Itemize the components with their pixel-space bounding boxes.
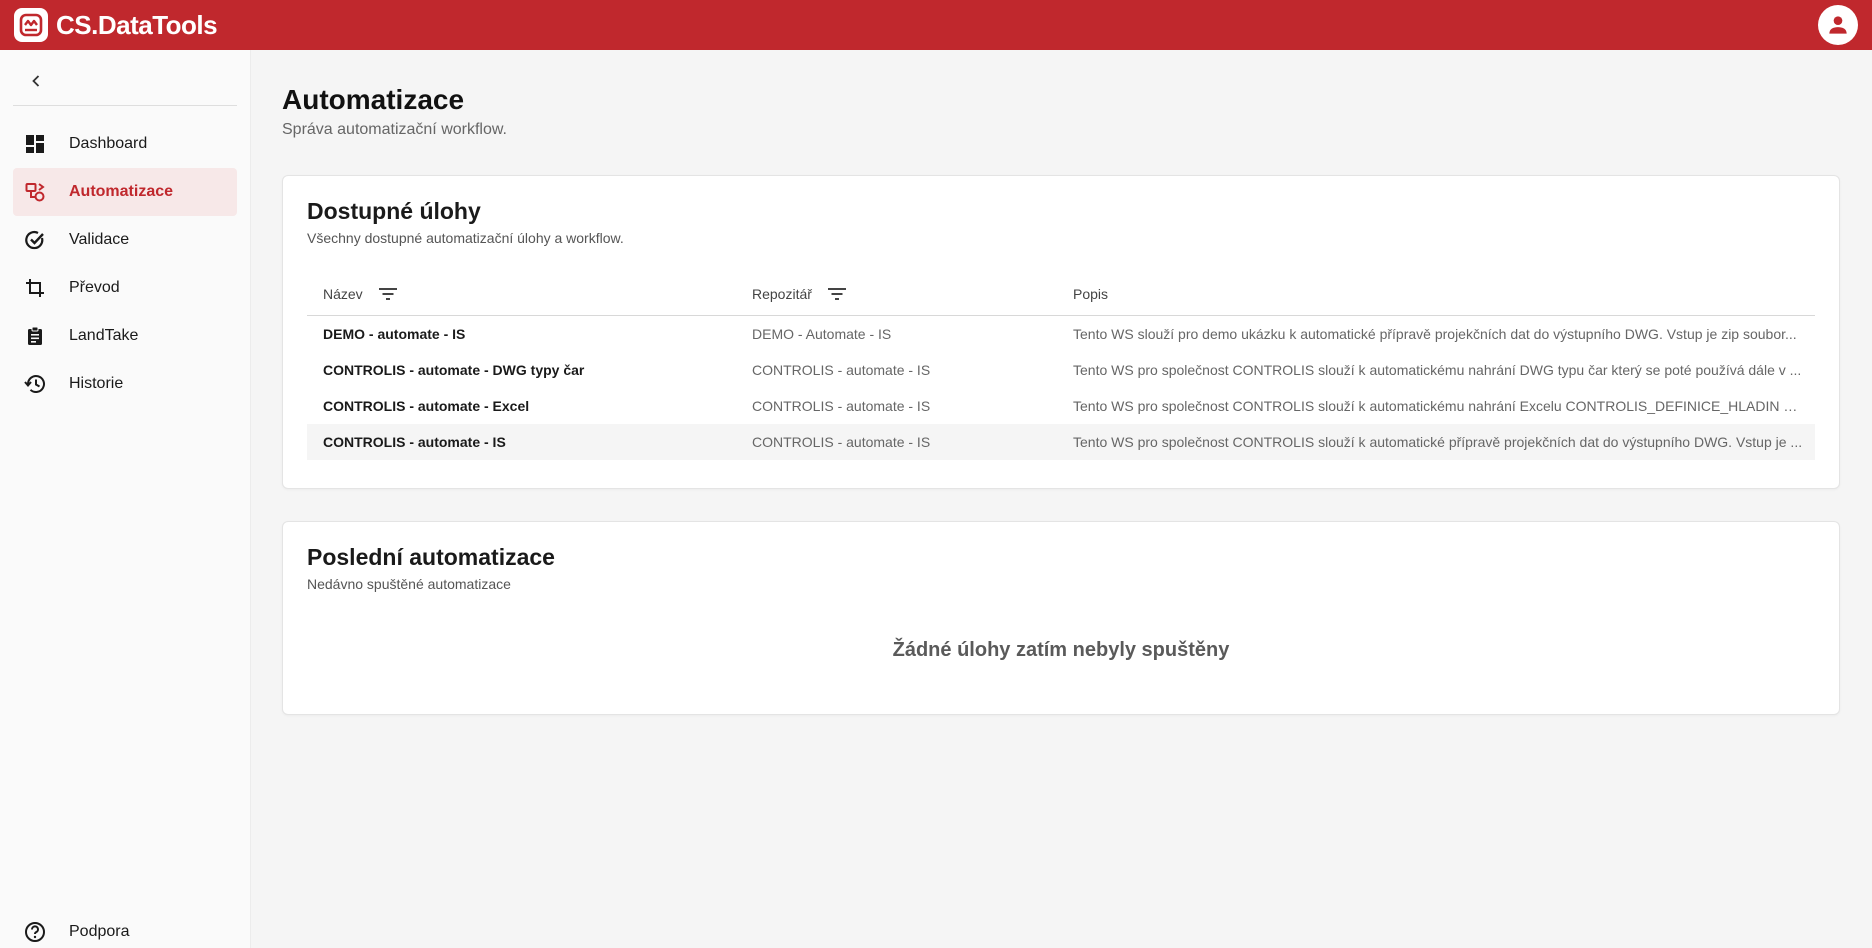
sidebar-item-podpora[interactable]: Podpora	[13, 908, 237, 948]
automation-icon	[23, 180, 47, 204]
task-repo: CONTROLIS - automate - IS	[752, 362, 931, 378]
task-repo: CONTROLIS - automate - IS	[752, 434, 931, 450]
filter-icon[interactable]	[377, 283, 399, 305]
task-desc: Tento WS pro společnost CONTROLIS slouží…	[1073, 362, 1802, 378]
app-name: CS.DataTools	[56, 9, 218, 40]
sidebar-item-label: Dashboard	[69, 135, 148, 152]
sidebar-item-label: Historie	[69, 375, 124, 392]
sidebar-divider	[13, 105, 237, 106]
task-name: CONTROLIS - automate - DWG typy čar	[323, 362, 585, 378]
task-name: DEMO - automate - IS	[323, 326, 466, 342]
sidebar-item-validace[interactable]: Validace	[13, 216, 237, 264]
sidebar-item-label: LandTake	[69, 327, 139, 344]
page-subtitle: Správa automatizační workflow.	[282, 121, 507, 138]
column-header-repo[interactable]: Repozitář	[752, 271, 1052, 316]
brand[interactable]: CS.DataTools	[14, 8, 218, 42]
sidebar-bottom: Podpora	[13, 908, 237, 948]
column-header-desc: Popis	[1073, 271, 1803, 316]
card-title: Poslední automatizace	[307, 544, 555, 570]
top-bar: CS.DataTools	[0, 0, 1872, 50]
sidebar-item-label: Převod	[69, 279, 120, 296]
history-icon	[23, 372, 47, 396]
crop-transform-icon	[23, 276, 47, 300]
filter-icon[interactable]	[826, 283, 848, 305]
table-row[interactable]: CONTROLIS - automate - DWG typy čar CONT…	[307, 352, 1815, 388]
check-circle-icon	[23, 228, 47, 252]
sidebar-item-prevod[interactable]: Převod	[13, 264, 237, 312]
task-repo: CONTROLIS - automate - IS	[752, 398, 931, 414]
help-circle-icon	[23, 920, 47, 944]
card-subtitle: Všechny dostupné automatizační úlohy a w…	[307, 230, 624, 246]
task-desc: Tento WS pro společnost CONTROLIS slouží…	[1073, 434, 1803, 450]
sidebar-item-label: Validace	[69, 231, 130, 248]
chevron-left-icon	[32, 75, 40, 87]
sidebar-item-dashboard[interactable]: Dashboard	[13, 120, 237, 168]
card-subtitle: Nedávno spuštěné automatizace	[307, 576, 511, 592]
task-desc: Tento WS slouží pro demo ukázku k automa…	[1073, 326, 1797, 342]
table-row[interactable]: DEMO - automate - IS DEMO - Automate - I…	[307, 316, 1815, 352]
task-repo: DEMO - Automate - IS	[752, 326, 892, 342]
table-row[interactable]: CONTROLIS - automate - Excel CONTROLIS -…	[307, 388, 1815, 424]
task-desc: Tento WS pro společnost CONTROLIS slouží…	[1073, 398, 1803, 414]
tasks-table: Název Repozitář Popis DEMO - automate - …	[307, 271, 1815, 460]
sidebar-item-label: Automatizace	[69, 183, 174, 200]
collapse-sidebar-button[interactable]	[24, 66, 48, 96]
app-logo-icon	[14, 8, 48, 42]
column-header-label: Popis	[1073, 285, 1109, 302]
column-header-label: Repozitář	[752, 285, 812, 302]
table-header: Název Repozitář Popis	[307, 271, 1815, 316]
sidebar-nav: Dashboard Automatizace Validace Převod L…	[13, 120, 237, 408]
sidebar: Dashboard Automatizace Validace Převod L…	[0, 50, 251, 948]
page-title: Automatizace	[282, 84, 465, 115]
card-title: Dostupné úlohy	[307, 198, 481, 224]
empty-state-message: Žádné úlohy zatím nebyly spuštěny	[892, 639, 1230, 661]
task-name: CONTROLIS - automate - Excel	[323, 398, 530, 414]
sidebar-item-historie[interactable]: Historie	[13, 360, 237, 408]
account-circle-icon[interactable]	[1818, 5, 1858, 45]
table-row[interactable]: CONTROLIS - automate - IS CONTROLIS - au…	[307, 424, 1815, 460]
task-name: CONTROLIS - automate - IS	[323, 434, 506, 450]
column-header-name[interactable]: Název	[323, 271, 743, 316]
recent-automations-card: Poslední automatizace Nedávno spuštěné a…	[282, 521, 1840, 715]
available-tasks-card: Dostupné úlohy Všechny dostupné automati…	[282, 175, 1840, 489]
column-header-label: Název	[323, 285, 363, 302]
clipboard-icon	[23, 324, 47, 348]
sidebar-item-landtake[interactable]: LandTake	[13, 312, 237, 360]
dashboard-icon	[23, 132, 47, 156]
sidebar-item-automatizace[interactable]: Automatizace	[13, 168, 237, 216]
sidebar-item-label: Podpora	[69, 923, 130, 940]
